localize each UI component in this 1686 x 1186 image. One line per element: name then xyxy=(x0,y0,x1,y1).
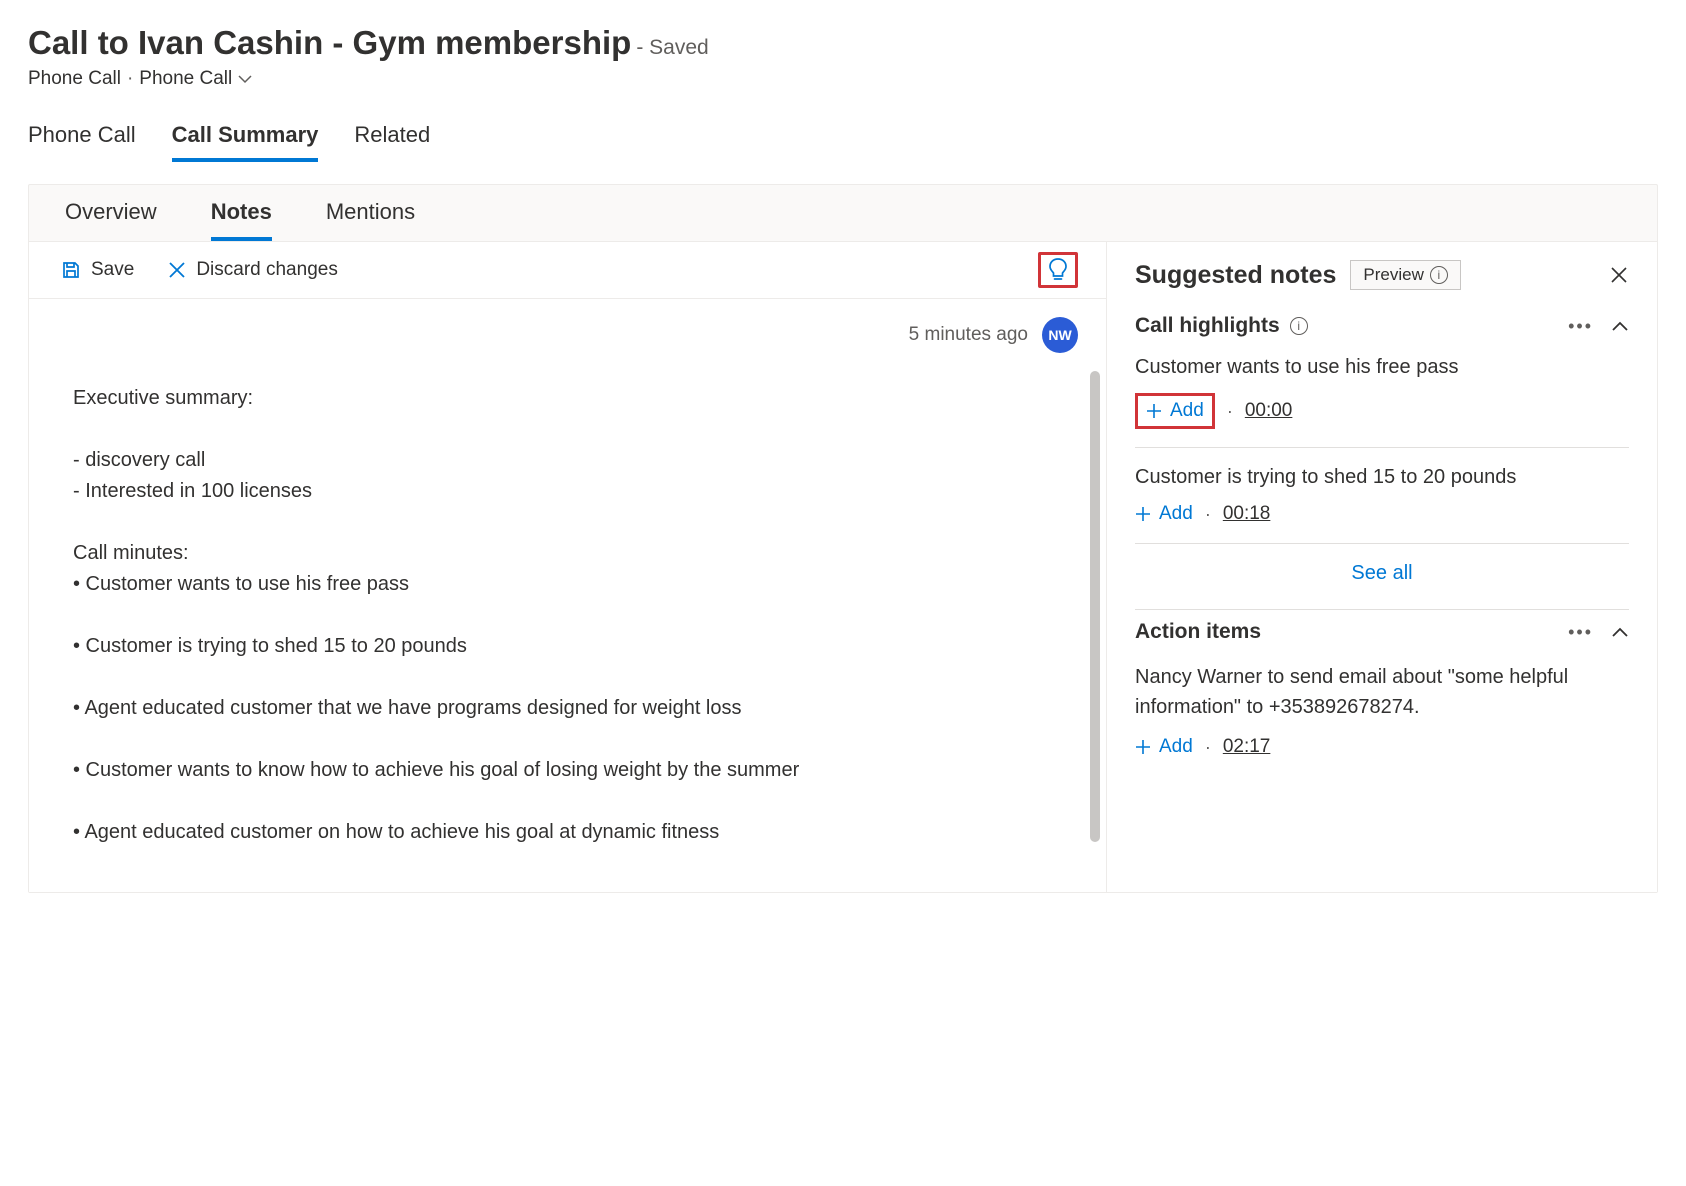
separator: · xyxy=(1205,504,1211,525)
page-header: Call to Ivan Cashin - Gym membership - S… xyxy=(28,24,1658,90)
separator: · xyxy=(1205,737,1211,758)
add-label: Add xyxy=(1170,400,1204,422)
discard-button[interactable]: Discard changes xyxy=(164,253,342,287)
call-highlights-title: Call highlights xyxy=(1135,314,1280,338)
main-tabs: Phone Call Call Summary Related xyxy=(28,122,1658,162)
subtab-overview[interactable]: Overview xyxy=(65,199,157,241)
highlight-item: Customer wants to use his free pass Add … xyxy=(1135,338,1629,448)
close-icon xyxy=(1609,265,1629,285)
record-status: - Saved xyxy=(636,36,708,59)
tab-phone-call[interactable]: Phone Call xyxy=(28,122,136,162)
separator: · xyxy=(127,68,133,90)
collapse-button[interactable] xyxy=(1611,626,1629,638)
add-label: Add xyxy=(1159,503,1193,525)
subtab-mentions[interactable]: Mentions xyxy=(326,199,415,241)
preview-label: Preview xyxy=(1363,265,1423,285)
plus-icon xyxy=(1135,506,1151,522)
subtab-notes[interactable]: Notes xyxy=(211,199,272,241)
add-highlight-button[interactable]: Add xyxy=(1135,503,1193,525)
notes-toolbar: Save Discard changes xyxy=(29,242,1106,299)
add-highlight-button[interactable]: Add xyxy=(1135,393,1215,429)
save-icon xyxy=(61,260,81,280)
discard-label: Discard changes xyxy=(196,259,338,281)
tab-related[interactable]: Related xyxy=(354,122,430,162)
suggested-title: Suggested notes xyxy=(1135,261,1336,290)
more-options[interactable]: ••• xyxy=(1568,622,1593,643)
entity-name: Phone Call xyxy=(28,68,121,90)
notes-scrollbar[interactable] xyxy=(1090,371,1100,842)
suggested-panel: Suggested notes Preview i Call highlight… xyxy=(1107,242,1657,892)
add-label: Add xyxy=(1159,736,1193,758)
notes-body[interactable]: Executive summary: - discovery call - In… xyxy=(57,359,1090,872)
breadcrumb: Phone Call · Phone Call xyxy=(28,68,1658,90)
lightbulb-icon xyxy=(1047,257,1069,283)
chevron-up-icon xyxy=(1611,626,1629,638)
plus-icon xyxy=(1135,739,1151,755)
close-icon xyxy=(168,261,186,279)
chevron-up-icon xyxy=(1611,320,1629,332)
action-items-title: Action items xyxy=(1135,620,1261,644)
summary-subtabs: Overview Notes Mentions xyxy=(29,185,1657,242)
highlight-text: Customer wants to use his free pass xyxy=(1135,356,1629,379)
content-panel: Overview Notes Mentions Save Discard cha… xyxy=(28,184,1658,893)
plus-icon xyxy=(1146,403,1162,419)
call-highlights-section: Call highlights i ••• Customer wants to … xyxy=(1107,304,1657,610)
save-button[interactable]: Save xyxy=(57,253,138,287)
more-options[interactable]: ••• xyxy=(1568,316,1593,337)
info-icon: i xyxy=(1430,266,1448,284)
separator: · xyxy=(1227,401,1233,422)
action-item: Nancy Warner to send email about "some h… xyxy=(1135,644,1629,776)
close-panel-button[interactable] xyxy=(1609,265,1629,285)
author-avatar[interactable]: NW xyxy=(1042,317,1078,353)
action-items-section: Action items ••• Nancy Warner to send em… xyxy=(1107,610,1657,776)
action-item-text: Nancy Warner to send email about "some h… xyxy=(1135,662,1629,722)
notes-column: Save Discard changes 5 minutes ago NW E xyxy=(29,242,1107,892)
tab-call-summary[interactable]: Call Summary xyxy=(172,122,319,162)
chevron-down-icon[interactable] xyxy=(238,74,252,84)
highlight-text: Customer is trying to shed 15 to 20 poun… xyxy=(1135,466,1629,489)
action-timestamp[interactable]: 02:17 xyxy=(1223,736,1271,758)
highlight-item: Customer is trying to shed 15 to 20 poun… xyxy=(1135,448,1629,544)
suggestions-toggle[interactable] xyxy=(1038,252,1078,288)
add-action-button[interactable]: Add xyxy=(1135,736,1193,758)
see-all-highlights[interactable]: See all xyxy=(1135,544,1629,610)
save-label: Save xyxy=(91,259,134,281)
record-title: Call to Ivan Cashin - Gym membership xyxy=(28,24,631,61)
notes-timestamp: 5 minutes ago xyxy=(909,324,1028,346)
collapse-button[interactable] xyxy=(1611,320,1629,332)
info-icon[interactable]: i xyxy=(1290,317,1308,335)
form-selector[interactable]: Phone Call xyxy=(139,68,232,90)
preview-badge[interactable]: Preview i xyxy=(1350,260,1460,290)
highlight-timestamp[interactable]: 00:00 xyxy=(1245,400,1293,422)
notes-meta: 5 minutes ago NW xyxy=(29,299,1106,359)
highlight-timestamp[interactable]: 00:18 xyxy=(1223,503,1271,525)
